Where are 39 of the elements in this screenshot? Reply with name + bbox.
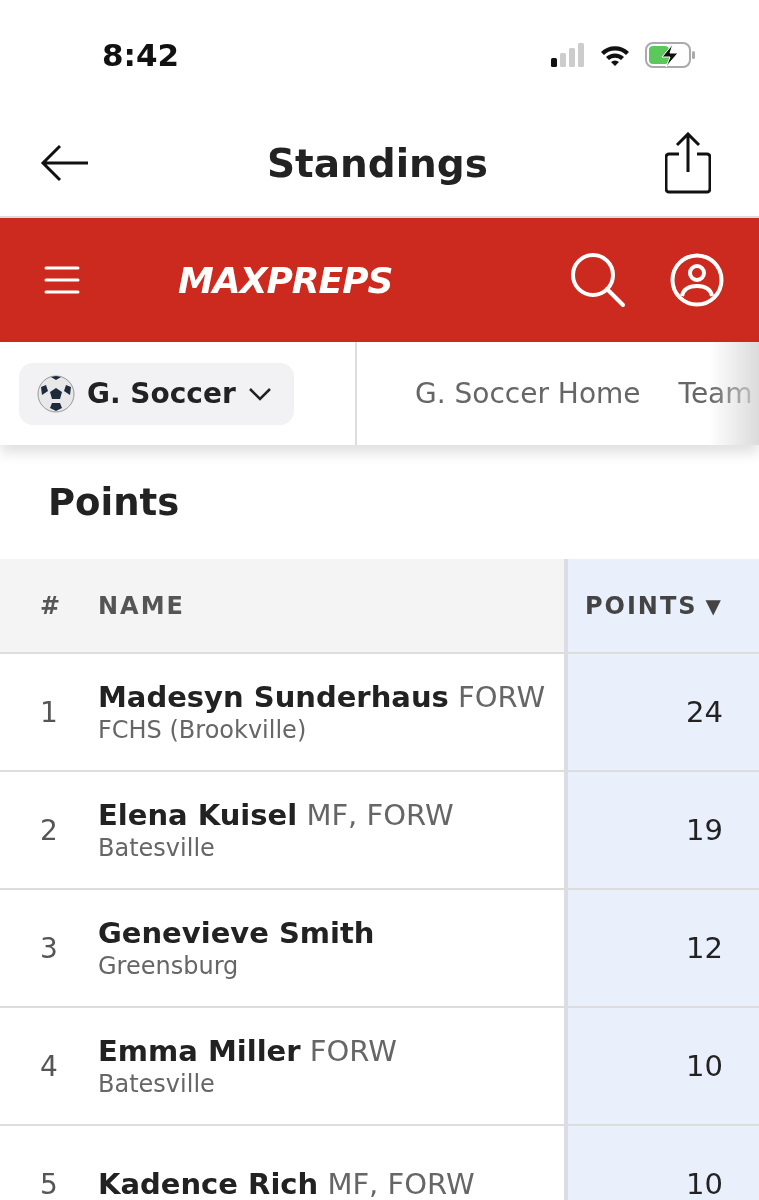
school-name: FCHS (Brookville) <box>98 716 307 744</box>
sport-selector[interactable]: G. Soccer <box>19 362 294 425</box>
points-value: 10 <box>686 1167 723 1200</box>
player-name[interactable]: Genevieve Smith <box>98 916 375 950</box>
player-name[interactable]: Madesyn Sunderhaus FORW <box>98 680 546 714</box>
player-name[interactable]: Elena Kuisel MF, FORW <box>98 798 454 832</box>
rank: 3 <box>40 931 58 965</box>
school-name: Batesville <box>98 1070 215 1098</box>
points-value: 10 <box>686 1049 723 1083</box>
points-value: 12 <box>686 931 723 965</box>
column-header[interactable]: NAME <box>98 559 564 652</box>
rank: 1 <box>40 695 58 729</box>
nav-link[interactable]: G. Soccer Home <box>415 377 641 410</box>
chevron-down-icon <box>247 386 272 401</box>
school-name: Greensburg <box>98 952 239 980</box>
soccer-ball-icon <box>37 374 75 413</box>
menu-icon[interactable] <box>44 265 80 295</box>
rank: 5 <box>40 1167 58 1200</box>
column-header[interactable]: # <box>0 559 98 652</box>
rank: 2 <box>40 813 58 847</box>
nav-link[interactable]: Team <box>678 377 753 410</box>
points-value: 24 <box>686 695 723 729</box>
points-value: 19 <box>686 813 723 847</box>
status-time: 8:42 <box>102 37 180 73</box>
section-title: Points <box>47 479 181 526</box>
logo[interactable]: MAXPREPS <box>178 259 393 301</box>
share-icon[interactable] <box>665 132 711 194</box>
account-icon[interactable] <box>670 253 724 307</box>
back-arrow-icon[interactable] <box>40 143 90 183</box>
search-icon[interactable] <box>570 252 626 308</box>
wifi-icon <box>599 43 631 67</box>
page-title: Standings <box>267 140 488 186</box>
rank: 4 <box>40 1049 58 1083</box>
school-name: Batesville <box>98 834 215 862</box>
column-header[interactable]: POINTS ▼ <box>564 559 759 652</box>
player-name[interactable]: Kadence Rich MF, FORW <box>98 1167 475 1200</box>
player-name[interactable]: Emma Miller FORW <box>98 1034 397 1068</box>
battery-icon <box>645 42 697 68</box>
signal-icon <box>551 43 585 67</box>
